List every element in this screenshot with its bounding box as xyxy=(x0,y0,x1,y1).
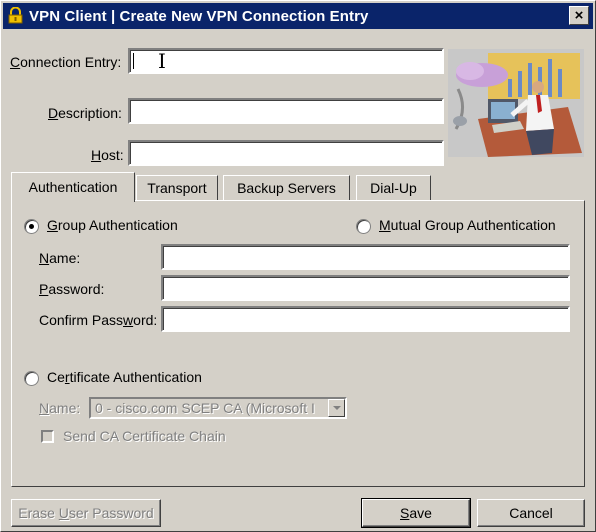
cancel-button[interactable]: Cancel xyxy=(477,499,585,527)
description-input[interactable] xyxy=(128,98,444,124)
close-button[interactable]: × xyxy=(569,6,589,25)
certificate-name-select[interactable]: 0 - cisco.com SCEP CA (Microsoft I xyxy=(89,397,347,419)
vpn-connection-dialog: VPN Client | Create New VPN Connection E… xyxy=(0,0,596,532)
lock-icon xyxy=(8,7,23,24)
tab-transport[interactable]: Transport xyxy=(136,175,218,201)
connection-entry-input[interactable]: I xyxy=(128,48,444,74)
confirm-password-label: Confirm Password: xyxy=(39,312,158,328)
text-caret xyxy=(133,53,134,69)
ibeam-cursor-icon: I xyxy=(158,49,166,73)
send-ca-chain-checkbox[interactable] xyxy=(41,430,54,443)
mutual-group-authentication-radio[interactable] xyxy=(356,219,371,234)
save-button[interactable]: Save xyxy=(361,498,471,528)
host-label: Host: xyxy=(91,147,124,163)
group-password-input[interactable] xyxy=(161,275,570,301)
group-name-input[interactable] xyxy=(161,244,570,270)
dropdown-button[interactable] xyxy=(328,399,345,417)
window-title: VPN Client | Create New VPN Connection E… xyxy=(29,8,369,25)
certificate-name-label: Name: xyxy=(39,400,81,416)
vpn-client-logo xyxy=(448,49,584,157)
chevron-down-icon xyxy=(333,406,341,410)
tab-dial-up[interactable]: Dial-Up xyxy=(356,175,431,201)
name-label: Name: xyxy=(39,250,81,266)
connection-entry-label: Connection Entry: xyxy=(10,54,122,70)
send-ca-chain-label: Send CA Certificate Chain xyxy=(63,428,226,444)
group-authentication-label[interactable]: Group Authentication xyxy=(47,217,178,233)
tab-backup-servers[interactable]: Backup Servers xyxy=(223,175,350,201)
description-label: Description: xyxy=(48,105,122,121)
radio-selected-dot xyxy=(29,224,34,229)
tab-authentication[interactable]: Authentication xyxy=(11,172,135,202)
password-label: Password: xyxy=(39,281,105,297)
host-input[interactable] xyxy=(128,140,444,166)
certificate-authentication-radio[interactable] xyxy=(24,371,39,386)
title-bar[interactable]: VPN Client | Create New VPN Connection E… xyxy=(3,3,593,29)
mutual-group-authentication-label[interactable]: Mutual Group Authentication xyxy=(379,217,556,233)
close-icon: × xyxy=(574,7,584,24)
confirm-password-input[interactable] xyxy=(161,306,570,332)
erase-user-password-button[interactable]: Erase User Password xyxy=(11,499,161,527)
certificate-authentication-label[interactable]: Certificate Authentication xyxy=(47,369,202,385)
group-authentication-radio[interactable] xyxy=(24,219,39,234)
